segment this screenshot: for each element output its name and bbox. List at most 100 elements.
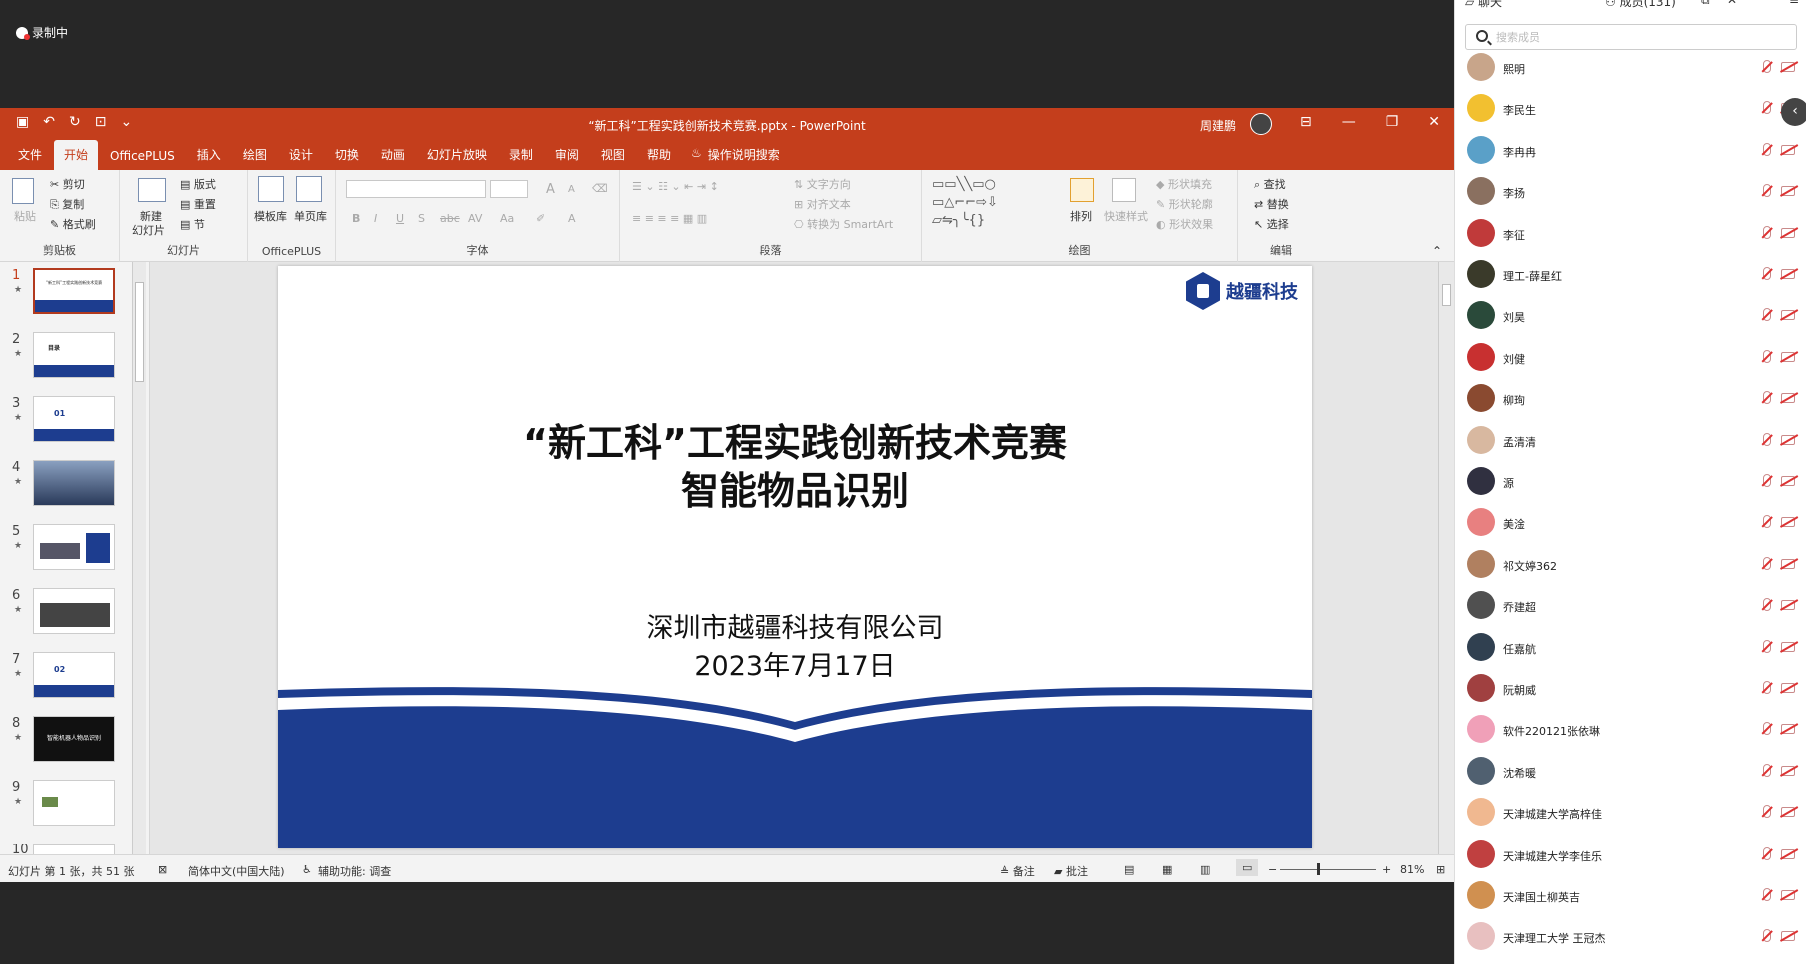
highlight-icon[interactable]: ✐: [536, 212, 545, 225]
slide-scroll-thumb[interactable]: [1442, 284, 1451, 306]
camera-off-icon[interactable]: [1781, 890, 1795, 900]
text-direction-button[interactable]: ⇅ 文字方向: [794, 176, 851, 192]
arrange-icon[interactable]: [1070, 178, 1094, 202]
slide-title-line1[interactable]: “新工科”工程实践创新技术竞赛: [278, 412, 1312, 467]
camera-off-icon[interactable]: [1781, 144, 1795, 155]
member-row[interactable]: 天津国土柳英吉: [1455, 876, 1806, 917]
mic-muted-icon[interactable]: [1763, 556, 1771, 570]
member-row[interactable]: 柳珣: [1455, 379, 1806, 420]
member-search-input[interactable]: [1496, 28, 1786, 46]
mic-muted-icon[interactable]: [1763, 142, 1771, 156]
camera-off-icon[interactable]: [1781, 434, 1795, 445]
camera-off-icon[interactable]: [1781, 476, 1795, 486]
camera-off-icon[interactable]: [1781, 393, 1795, 404]
decrease-font-button[interactable]: A: [568, 184, 575, 195]
mic-muted-icon[interactable]: [1763, 474, 1771, 487]
shadow-button[interactable]: S: [418, 212, 425, 225]
zoom-level[interactable]: 81%: [1400, 863, 1424, 876]
copy-button[interactable]: ⎘ 复制: [50, 196, 84, 212]
member-row[interactable]: 任嘉航: [1455, 628, 1806, 669]
paste-button[interactable]: 粘贴: [14, 208, 36, 224]
quick-styles-button[interactable]: 快速样式: [1104, 208, 1148, 224]
mic-muted-icon[interactable]: [1763, 267, 1771, 280]
increase-font-button[interactable]: A: [546, 182, 555, 197]
template-library-button[interactable]: 模板库: [254, 208, 287, 224]
camera-off-icon[interactable]: [1781, 765, 1795, 776]
member-row[interactable]: 李民生: [1455, 89, 1806, 130]
chat-tab[interactable]: ▱ 聊天: [1465, 0, 1502, 10]
tab-design[interactable]: 设计: [279, 140, 323, 170]
smartart-button[interactable]: ⎔ 转换为 SmartArt: [794, 216, 893, 232]
mic-muted-icon[interactable]: [1763, 349, 1771, 363]
camera-off-icon[interactable]: [1781, 227, 1795, 238]
member-search[interactable]: [1465, 24, 1797, 50]
shape-outline-button[interactable]: ✎ 形状轮廓: [1156, 196, 1213, 212]
mic-muted-icon[interactable]: [1763, 929, 1771, 943]
section-button[interactable]: ▤ 节: [180, 216, 205, 232]
shape-fill-button[interactable]: ◆ 形状填充: [1156, 176, 1212, 192]
new-slide-label-2[interactable]: 幻灯片: [132, 222, 165, 238]
char-spacing-button[interactable]: AV: [468, 212, 482, 225]
tab-draw[interactable]: 绘图: [233, 140, 277, 170]
recording-indicator[interactable]: 录制中: [16, 24, 68, 41]
collapse-panel-button[interactable]: ‹: [1781, 98, 1806, 126]
zoom-slider-thumb[interactable]: [1317, 863, 1320, 875]
layout-button[interactable]: ▤ 版式: [180, 176, 216, 192]
fit-slide-icon[interactable]: ⊞: [1436, 863, 1445, 876]
member-row[interactable]: 源: [1455, 462, 1806, 503]
member-row[interactable]: 美淦: [1455, 503, 1806, 544]
mic-muted-icon[interactable]: [1763, 308, 1771, 322]
tab-home[interactable]: 开始: [54, 140, 99, 170]
camera-off-icon[interactable]: [1781, 351, 1795, 362]
reset-button[interactable]: ▤ 重置: [180, 196, 216, 212]
camera-off-icon[interactable]: [1781, 848, 1795, 859]
camera-off-icon[interactable]: [1781, 62, 1795, 72]
font-color-icon[interactable]: A: [568, 212, 576, 225]
member-row[interactable]: 天津理工大学 王冠杰: [1455, 917, 1806, 958]
close-panel-icon[interactable]: ✕: [1727, 0, 1737, 7]
mic-muted-icon[interactable]: [1763, 432, 1771, 446]
thumbnail-scroll-thumb[interactable]: [135, 282, 144, 382]
normal-view-icon[interactable]: ▤: [1124, 863, 1134, 876]
accessibility-icon[interactable]: ♿: [302, 863, 312, 876]
thumbnail-scrollbar[interactable]: [132, 262, 146, 854]
minimize-button[interactable]: —: [1342, 114, 1356, 130]
slide-canvas[interactable]: 越疆科技 “新工科”工程实践创新技术竞赛 智能物品识别 深圳市越疆科技有限公司 …: [278, 266, 1312, 848]
tab-insert[interactable]: 插入: [187, 140, 231, 170]
change-case-button[interactable]: Aa: [500, 212, 514, 225]
camera-off-icon[interactable]: [1781, 517, 1795, 528]
camera-off-icon[interactable]: [1781, 269, 1795, 279]
thumbnail-10[interactable]: 10: [8, 844, 120, 854]
member-row[interactable]: 李征: [1455, 214, 1806, 255]
camera-off-icon[interactable]: [1781, 186, 1795, 197]
zoom-in-button[interactable]: +: [1382, 863, 1391, 876]
font-name-input[interactable]: [346, 180, 486, 198]
user-name[interactable]: 周建鹏: [1200, 117, 1236, 134]
camera-off-icon[interactable]: [1781, 807, 1795, 818]
camera-off-icon[interactable]: [1781, 558, 1795, 569]
replace-button[interactable]: ⇄ 替换: [1254, 196, 1289, 212]
member-row[interactable]: 刘昊: [1455, 296, 1806, 337]
paste-icon[interactable]: [12, 178, 34, 204]
clear-format-icon[interactable]: ⌫: [592, 182, 608, 195]
slide-scrollbar[interactable]: [1438, 262, 1454, 854]
single-page-library-icon[interactable]: [296, 176, 322, 202]
find-button[interactable]: ⌕ 查找: [1254, 176, 1286, 192]
camera-off-icon[interactable]: [1781, 724, 1795, 735]
mic-muted-icon[interactable]: [1763, 888, 1771, 901]
tab-view[interactable]: 视图: [591, 140, 635, 170]
arrange-button[interactable]: 排列: [1070, 208, 1092, 224]
zoom-slider[interactable]: [1280, 869, 1376, 870]
user-avatar[interactable]: [1250, 113, 1272, 135]
member-row[interactable]: 理工-薛星红: [1455, 255, 1806, 296]
tab-review[interactable]: 审阅: [545, 140, 589, 170]
member-row[interactable]: 天津城建大学高梓佳: [1455, 793, 1806, 834]
select-button[interactable]: ↖ 选择: [1254, 216, 1289, 232]
menu-icon[interactable]: ≡: [1789, 0, 1799, 7]
member-row[interactable]: 熙明: [1455, 48, 1806, 89]
tab-slideshow[interactable]: 幻灯片放映: [417, 140, 497, 170]
member-row[interactable]: 乔建超: [1455, 586, 1806, 627]
tab-transitions[interactable]: 切换: [325, 140, 369, 170]
camera-off-icon[interactable]: [1781, 600, 1795, 611]
tab-help[interactable]: 帮助: [637, 140, 681, 170]
